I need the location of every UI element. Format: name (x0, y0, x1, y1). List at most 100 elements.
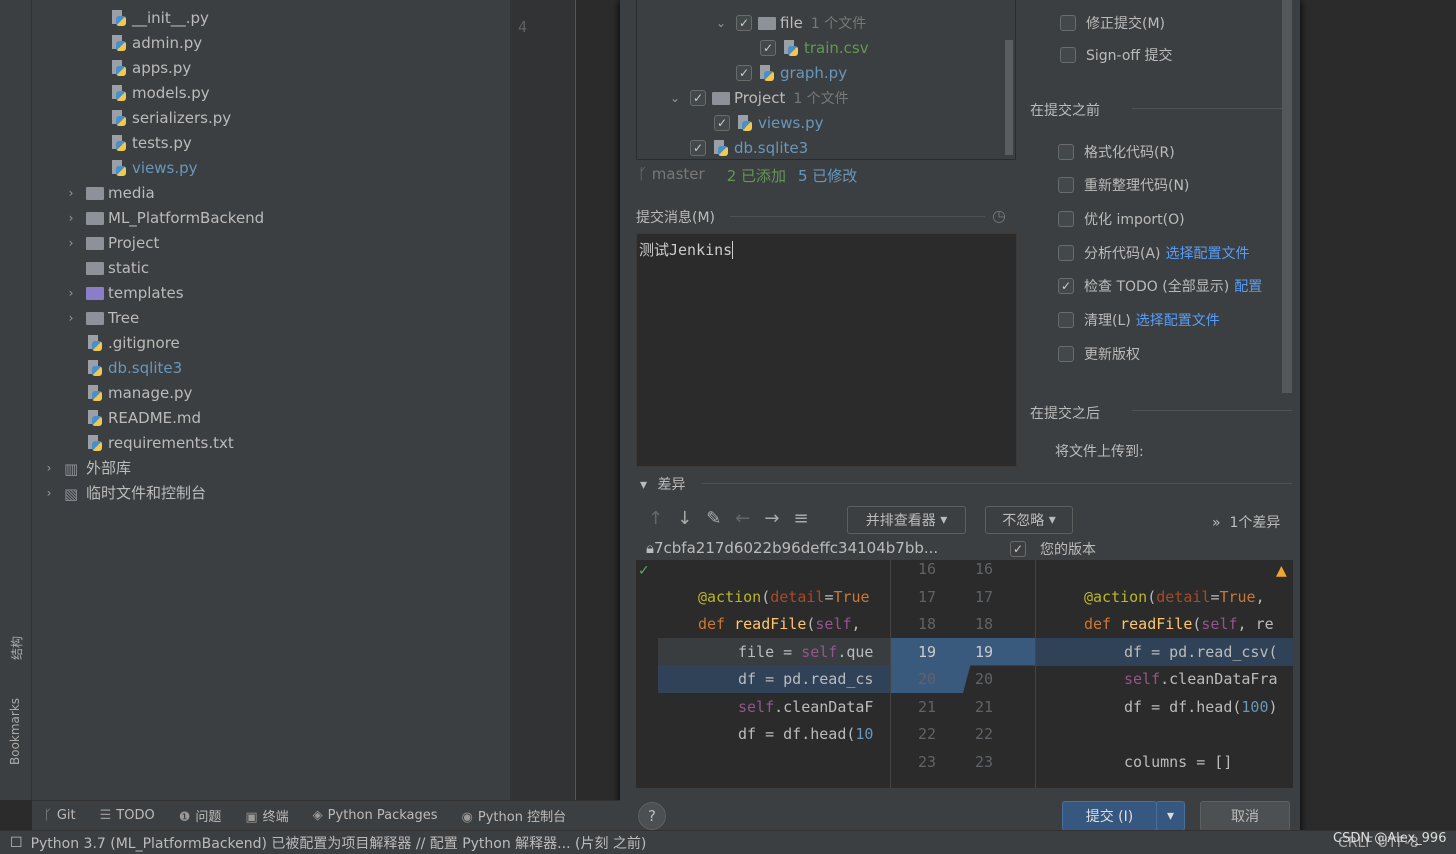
ignore-dropdown[interactable]: 不忽略 ▾ (985, 506, 1073, 534)
tree-item[interactable]: views.py (110, 155, 198, 180)
tree-item[interactable]: › media (64, 180, 155, 205)
back-icon[interactable]: ← (735, 508, 750, 529)
tool-window-button[interactable]: ◈ Python Packages (313, 808, 438, 823)
tree-item[interactable]: .gitignore (86, 330, 180, 355)
branch-name: ᚴ master (638, 165, 705, 183)
checkbox[interactable] (1060, 14, 1076, 31)
tree-item[interactable]: manage.py (86, 380, 192, 405)
diff-line-number: 17 (975, 587, 994, 606)
diff-line-number: 23 (975, 752, 994, 771)
tree-item[interactable]: requirements.txt (86, 430, 234, 455)
option-checkbox[interactable]: ✓ 检查 TODO (全部显示) 配置 (1058, 274, 1262, 299)
tree-item[interactable]: tests.py (110, 130, 192, 155)
file-checkbox[interactable]: ✓ (736, 64, 752, 81)
next-diff-icon[interactable]: ↓ (677, 508, 692, 529)
history-icon[interactable]: ◷ (992, 206, 1006, 225)
changed-file-item[interactable]: ✓ views.py (714, 110, 824, 135)
file-checkbox[interactable]: ✓ (760, 39, 776, 56)
changed-file-item[interactable]: ⌄ ✓ file 1 个文件 (714, 10, 866, 35)
tree-item[interactable]: admin.py (110, 30, 202, 55)
option-link[interactable]: 选择配置文件 (1166, 243, 1250, 263)
checkbox[interactable] (1058, 244, 1074, 261)
tree-item[interactable]: serializers.py (110, 105, 231, 130)
chevron-right-icon[interactable]: › (64, 286, 78, 300)
checkbox[interactable] (1058, 177, 1074, 194)
option-checkbox[interactable]: 清理(L) 选择配置文件 (1058, 308, 1220, 333)
chevron-down-icon[interactable]: ⌄ (714, 16, 728, 30)
options-scrollbar[interactable] (1282, 0, 1292, 393)
tree-item[interactable]: models.py (110, 80, 210, 105)
tree-item[interactable]: __init__.py (110, 5, 209, 30)
chevron-right-icon[interactable]: › (64, 211, 78, 225)
tree-item[interactable]: › templates (64, 280, 184, 305)
python-file-icon (110, 34, 128, 51)
viewer-dropdown[interactable]: 并排查看器 ▾ (847, 506, 966, 534)
status-message[interactable]: Python 3.7 (ML_PlatformBackend) 已被配置为项目解… (31, 833, 647, 853)
diff-toolbar: ↑ ↓ ✎ ← → ≡ (648, 508, 809, 529)
option-label: 重新整理代码(N) (1084, 178, 1190, 195)
file-checkbox[interactable]: ✓ (714, 114, 730, 131)
checkbox[interactable] (1058, 143, 1074, 160)
tool-window-button[interactable]: ᚴ Git (44, 808, 76, 823)
commit-options-dropdown[interactable]: ▾ (1156, 801, 1185, 831)
changed-file-item[interactable]: ⌄ ✓ Project 1 个文件 (668, 85, 849, 110)
commit-button[interactable]: 提交 (I) (1062, 801, 1157, 831)
cancel-button[interactable]: 取消 (1200, 801, 1290, 831)
structure-tool-tab[interactable]: 结构 (8, 636, 25, 660)
commit-message-input[interactable]: 测试Jenkins (636, 233, 1017, 467)
tree-item[interactable]: apps.py (110, 55, 191, 80)
help-button[interactable]: ? (638, 802, 666, 830)
option-checkbox[interactable]: 修正提交(M) (1060, 10, 1165, 35)
tool-window-button[interactable]: ❶ 问题 (179, 806, 222, 825)
option-checkbox[interactable]: 格式化代码(R) (1058, 139, 1175, 164)
scrollbar[interactable] (1005, 40, 1013, 155)
tree-item[interactable]: › ▥ 外部库 (42, 455, 131, 480)
tree-item[interactable]: static (86, 255, 149, 280)
file-checkbox[interactable]: ✓ (690, 89, 706, 106)
checkbox[interactable]: ✓ (1058, 278, 1074, 295)
tree-item[interactable]: › Project (64, 230, 160, 255)
chevron-right-icon[interactable]: › (64, 236, 78, 250)
option-link[interactable]: 配置 (1234, 276, 1262, 296)
diff-section-toggle[interactable]: ▾ 差异 (640, 474, 685, 494)
option-checkbox[interactable]: 分析代码(A) 选择配置文件 (1058, 240, 1250, 265)
changed-file-item[interactable]: ✓ db.sqlite3 (690, 135, 808, 160)
changed-file-item[interactable]: ✓ train.csv (760, 35, 869, 60)
checkbox[interactable] (1058, 345, 1074, 362)
file-checkbox[interactable]: ✓ (690, 139, 706, 156)
chevron-down-icon[interactable]: ⌄ (668, 91, 682, 105)
chevron-right-icon[interactable]: › (42, 461, 56, 475)
tree-item[interactable]: db.sqlite3 (86, 355, 182, 380)
file-count: 1 个文件 (793, 90, 849, 107)
tree-item[interactable]: › ML_PlatformBackend (64, 205, 265, 230)
checkbox[interactable] (1058, 210, 1074, 227)
include-checkbox[interactable]: ✓ (1010, 541, 1026, 557)
tool-window-button[interactable]: ◉ Python 控制台 (462, 806, 567, 825)
option-checkbox[interactable]: Sign-off 提交 (1060, 42, 1173, 67)
option-checkbox[interactable]: 重新整理代码(N) (1058, 173, 1189, 198)
checkbox[interactable] (1060, 46, 1076, 63)
changed-file-item[interactable]: ✓ graph.py (736, 60, 847, 85)
checkbox[interactable] (1058, 312, 1074, 328)
tool-window-button[interactable]: ☰ TODO (100, 808, 155, 823)
prev-diff-icon[interactable]: ↑ (648, 508, 663, 529)
bookmarks-tool-tab[interactable]: Bookmarks (8, 698, 22, 765)
chevron-right-icon[interactable]: › (64, 186, 78, 200)
menu-icon[interactable]: ≡ (793, 508, 808, 529)
diff-count-label: 1个差异 (1229, 515, 1281, 531)
edit-icon[interactable]: ✎ (706, 508, 721, 529)
forward-icon[interactable]: → (764, 508, 779, 529)
diff-line-number: 16 (975, 560, 994, 578)
tree-item[interactable]: › ▧ 临时文件和控制台 (42, 480, 206, 505)
option-checkbox[interactable]: 更新版权 (1058, 341, 1140, 366)
tree-item[interactable]: › Tree (64, 305, 140, 330)
folder-icon (86, 237, 104, 250)
chevron-right-icon[interactable]: › (42, 486, 56, 500)
diff-line-number: 16 (918, 560, 937, 578)
tool-window-button[interactable]: ▣ 终端 (245, 806, 288, 825)
tree-item[interactable]: README.md (86, 405, 201, 430)
file-checkbox[interactable]: ✓ (736, 14, 752, 31)
option-link[interactable]: 选择配置文件 (1136, 310, 1220, 330)
option-checkbox[interactable]: 优化 import(O) (1058, 206, 1185, 231)
chevron-right-icon[interactable]: › (64, 311, 78, 325)
